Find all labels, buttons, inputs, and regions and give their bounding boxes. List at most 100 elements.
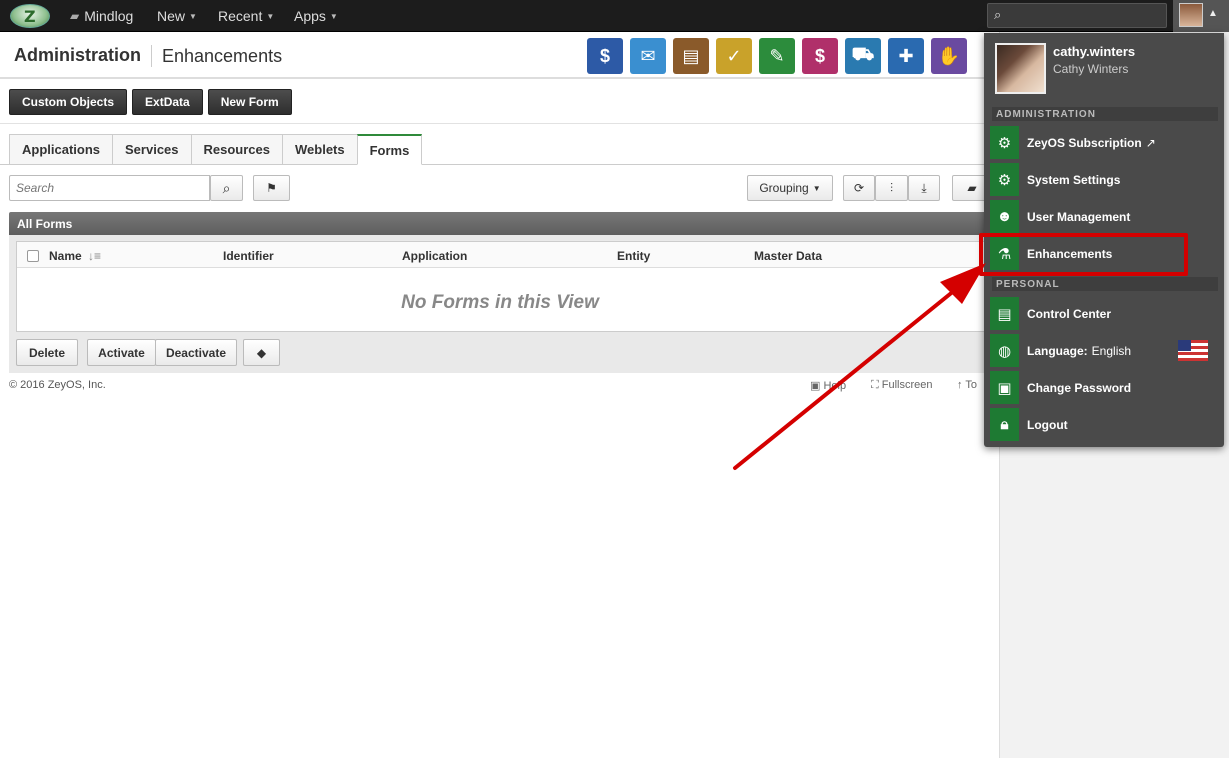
tab-bar: Applications Services Resources Weblets …: [9, 134, 423, 165]
extdata-button[interactable]: ExtData: [132, 89, 203, 115]
refresh-icon: ⟳: [853, 181, 865, 195]
chat-icon: ▰: [70, 9, 80, 23]
app-icon-bar: $ ✉ ▤ ✓ ✎ $ ⛟ ✚ ✋: [587, 38, 967, 74]
users-icon: ☻: [990, 200, 1019, 233]
new-form-button[interactable]: New Form: [207, 89, 292, 115]
menu-item-user-management[interactable]: ☻ User Management: [990, 200, 1218, 233]
user-full-name: Cathy Winters: [1053, 62, 1129, 76]
fullscreen-icon: ⛶: [871, 379, 882, 391]
recent-menu[interactable]: Recent ▼: [218, 0, 274, 32]
contacts-icon[interactable]: ▤: [673, 38, 709, 74]
menu-item-system-settings[interactable]: ⚙ System Settings: [990, 163, 1218, 196]
grouping-select[interactable]: Grouping ▼: [747, 175, 833, 201]
search-input[interactable]: [10, 176, 209, 200]
column-entity[interactable]: Entity: [617, 249, 650, 263]
forms-table: Name ↓≡ Identifier Application Entity Ma…: [16, 241, 992, 332]
handshake-icon[interactable]: ✋: [931, 38, 967, 74]
tab-applications[interactable]: Applications: [9, 134, 113, 165]
top-bar: ▰ Mindlog New▼ Recent▼ Apps▼ ⌕ ▲: [0, 0, 1229, 32]
page-header: Administration Enhancements $ ✉ ▤ ✓ ✎ $ ⛟ ✚ ✋: [0, 32, 1000, 79]
avatar: [1179, 3, 1203, 27]
header-divider: [151, 45, 152, 67]
page-subtitle: Enhancements: [162, 46, 283, 66]
divider: [0, 123, 1000, 124]
truck-icon[interactable]: ⛟: [845, 38, 881, 74]
new-menu[interactable]: New ▼: [157, 0, 197, 32]
notes-icon[interactable]: ✎: [759, 38, 795, 74]
gear-icon: ⚙: [990, 163, 1019, 196]
chevron-down-icon: ▼: [189, 11, 197, 21]
support-icon[interactable]: ✚: [888, 38, 924, 74]
refresh-button[interactable]: ⟳: [843, 175, 875, 201]
user-avatar: [995, 43, 1046, 94]
export-button[interactable]: ⤓: [908, 175, 940, 201]
activate-button[interactable]: Activate: [87, 339, 156, 366]
list-title: All Forms: [9, 212, 1000, 235]
tag-button[interactable]: ◆: [243, 339, 280, 366]
menu-item-language[interactable]: ◍ Language: English: [990, 334, 1218, 367]
tab-services[interactable]: Services: [112, 134, 191, 165]
lock-icon: 🔒︎: [990, 408, 1019, 441]
flag-filter-button[interactable]: ⚑: [253, 175, 290, 201]
empty-message: No Forms in this View: [401, 292, 599, 313]
billing-icon[interactable]: $: [802, 38, 838, 74]
apps-menu[interactable]: Apps ▼: [294, 0, 338, 32]
flag-icon: ⚑: [266, 181, 277, 195]
menu-item-subscription[interactable]: ⚙ ZeyOS Subscription ↗: [990, 126, 1218, 159]
clipboard-icon: ▤: [990, 297, 1019, 330]
select-all-checkbox[interactable]: [27, 250, 39, 262]
help-icon: ▣: [810, 380, 824, 392]
sliders-icon: ⫶: [889, 180, 893, 195]
list-search: [9, 175, 210, 201]
comments-icon: ▰: [967, 181, 977, 195]
deactivate-button[interactable]: Deactivate: [155, 339, 237, 366]
section-administration: ADMINISTRATION: [992, 107, 1218, 121]
columns-button[interactable]: ⫶: [875, 175, 908, 201]
search-button[interactable]: ⌕: [210, 175, 243, 201]
globe-icon: ◍: [990, 334, 1019, 367]
external-link-icon: ↗: [1145, 135, 1156, 150]
menu-item-change-password[interactable]: ▣ Change Password: [990, 371, 1218, 404]
sort-icon: ↓≡: [88, 249, 102, 263]
section-personal: PERSONAL: [992, 277, 1218, 291]
table-header: Name ↓≡ Identifier Application Entity Ma…: [17, 242, 991, 268]
action-bar: Custom Objects ExtData New Form: [9, 89, 292, 115]
page-title: Administration: [14, 45, 142, 65]
us-flag-icon: [1178, 340, 1208, 361]
search-icon: ⌕: [222, 179, 231, 196]
fullscreen-link[interactable]: ⛶ Fullscreen: [871, 379, 933, 392]
menu-item-control-center[interactable]: ▤ Control Center: [990, 297, 1218, 330]
user-menu-toggle[interactable]: ▲: [1173, 0, 1229, 32]
column-name[interactable]: Name ↓≡: [49, 249, 101, 263]
delete-button[interactable]: Delete: [16, 339, 78, 366]
chevron-down-icon: ▼: [329, 11, 338, 21]
copyright: © 2016 ZeyOS, Inc.: [9, 379, 106, 391]
gears-icon: ⚙: [990, 126, 1019, 159]
global-search-input[interactable]: ⌕: [987, 3, 1167, 28]
tab-forms[interactable]: Forms: [356, 134, 423, 165]
column-master-data[interactable]: Master Data: [754, 249, 822, 263]
search-icon: ⌕: [994, 7, 1002, 22]
dollar-icon[interactable]: $: [587, 38, 623, 74]
help-link[interactable]: ▣ Help: [810, 379, 846, 392]
id-badge-icon: ▣: [990, 371, 1019, 404]
tag-icon: ◆: [256, 345, 267, 360]
top-link[interactable]: ↑ To: [957, 379, 977, 391]
menu-item-logout[interactable]: 🔒︎ Logout: [990, 408, 1218, 441]
download-icon: ⤓: [921, 180, 927, 195]
chevron-up-icon: ▲: [1208, 8, 1218, 19]
tasks-icon[interactable]: ✓: [716, 38, 752, 74]
mail-icon[interactable]: ✉: [630, 38, 666, 74]
enhancements-highlight-box: [979, 233, 1188, 276]
mindlog-link[interactable]: ▰ Mindlog: [70, 0, 133, 32]
column-identifier[interactable]: Identifier: [223, 249, 274, 263]
column-application[interactable]: Application: [402, 249, 467, 263]
list-panel: Name ↓≡ Identifier Application Entity Ma…: [9, 235, 1000, 373]
custom-objects-button[interactable]: Custom Objects: [9, 89, 128, 115]
chevron-down-icon: ▼: [812, 183, 821, 193]
zeyos-logo[interactable]: [10, 4, 50, 28]
tab-resources[interactable]: Resources: [190, 134, 282, 165]
user-login-name: cathy.winters: [1053, 44, 1136, 59]
tab-weblets[interactable]: Weblets: [282, 134, 357, 165]
chevron-down-icon: ▼: [266, 11, 275, 21]
